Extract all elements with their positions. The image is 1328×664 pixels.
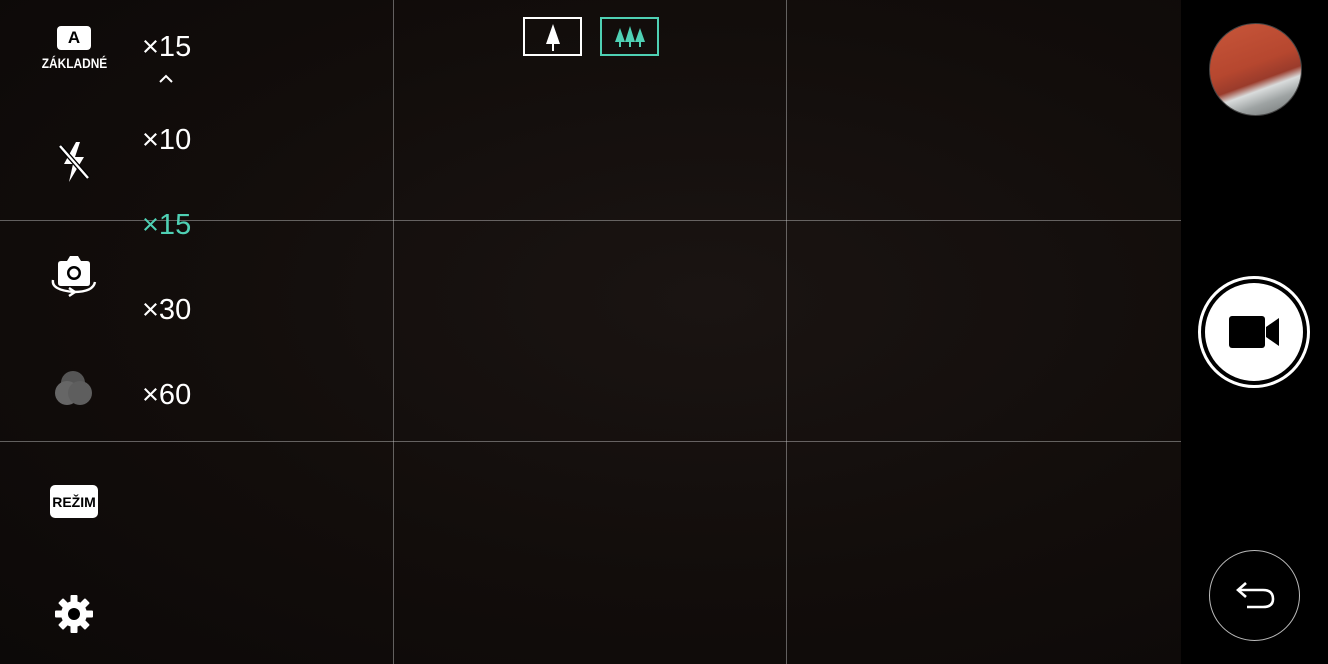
mode-button[interactable]: REŽIM [50, 485, 98, 518]
single-tree-view-button[interactable] [523, 17, 582, 56]
back-button[interactable] [1209, 550, 1300, 641]
grid-line [0, 441, 1181, 442]
single-tree-icon [545, 23, 560, 51]
video-camera-icon [1229, 316, 1279, 348]
multi-tree-icon [614, 25, 645, 47]
switch-camera-button[interactable] [48, 252, 100, 298]
flash-off-icon [58, 142, 90, 182]
record-button[interactable] [1198, 276, 1310, 388]
record-button-inner [1205, 283, 1303, 381]
multi-tree-view-button[interactable] [600, 17, 659, 56]
chevron-up-icon[interactable] [158, 72, 174, 84]
color-filter-icon [55, 371, 92, 405]
camera-screen: A ZÁKLADNÉ REŽIM ×15 ×10 ×15 ×30 ×60 [0, 0, 1328, 664]
back-arrow-icon [1235, 581, 1274, 608]
grid-line [786, 0, 787, 664]
shooting-mode-label: ZÁKLADNÉ [41, 55, 107, 71]
timelapse-option-selected[interactable]: ×15 [142, 211, 191, 240]
settings-button[interactable] [52, 592, 96, 636]
auto-mode-badge: A [57, 26, 91, 50]
timelapse-option[interactable]: ×60 [142, 381, 191, 410]
timelapse-current-value[interactable]: ×15 [142, 33, 191, 62]
grid-line [393, 0, 394, 664]
viewfinder[interactable] [0, 0, 1181, 664]
flash-button[interactable] [52, 140, 96, 184]
gear-icon [55, 595, 93, 633]
timelapse-option[interactable]: ×10 [142, 126, 191, 155]
timelapse-option[interactable]: ×30 [142, 296, 191, 325]
shooting-mode-button[interactable]: A ZÁKLADNÉ [34, 26, 114, 82]
switch-camera-icon [51, 256, 97, 297]
gallery-thumbnail[interactable] [1209, 23, 1302, 116]
filter-button[interactable] [52, 368, 96, 412]
